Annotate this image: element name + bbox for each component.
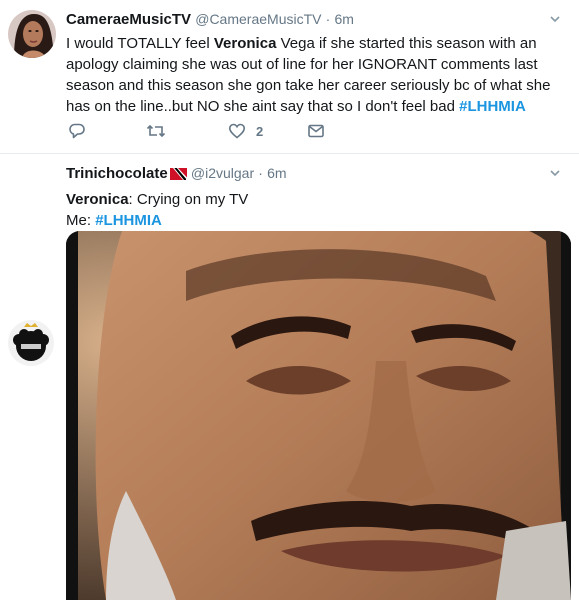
tweet-line: Me: #LHHMIA — [66, 210, 567, 231]
tweet-header: CameraeMusicTV @CameraeMusicTV · 6m — [66, 9, 567, 30]
user-handle[interactable]: @i2vulgar — [191, 165, 254, 181]
heart-icon — [228, 122, 246, 140]
display-name[interactable]: CameraeMusicTV — [66, 11, 191, 28]
retweet-icon — [146, 122, 166, 140]
tweet-text-part: Me: — [66, 212, 96, 229]
chevron-down-icon[interactable] — [549, 11, 561, 31]
mention-veronica: Veronica — [66, 191, 129, 208]
timestamp[interactable]: 6m — [267, 165, 286, 181]
avatar[interactable] — [8, 10, 56, 58]
tweet-line: Veronica: Crying on my TV — [66, 189, 567, 210]
retweet-button[interactable] — [146, 121, 166, 141]
tweet-content: Trinichocolate @i2vulgar · 6m Veronica: … — [66, 163, 567, 231]
avatar[interactable] — [8, 320, 54, 366]
timestamp[interactable]: 6m — [335, 11, 354, 27]
hashtag-link[interactable]: #LHHMIA — [459, 98, 526, 115]
tweet-text-part: I would TOTALLY feel — [66, 35, 214, 52]
separator-dot: · — [258, 165, 263, 181]
reply-icon — [68, 122, 86, 140]
tweet-media-image[interactable] — [66, 231, 571, 600]
tweet-header: Trinichocolate @i2vulgar · 6m — [66, 163, 567, 186]
separator-dot: · — [325, 11, 331, 27]
tweet-text-part: : Crying on my TV — [128, 191, 249, 208]
like-button[interactable]: 2 — [228, 121, 263, 141]
tweet-content: CameraeMusicTV @CameraeMusicTV · 6m I wo… — [66, 9, 567, 117]
display-name[interactable]: Trinichocolate — [66, 165, 168, 182]
like-count: 2 — [256, 123, 264, 139]
tweet[interactable]: CameraeMusicTV @CameraeMusicTV · 6m I wo… — [0, 0, 579, 154]
chevron-down-icon[interactable] — [549, 165, 561, 185]
trinidad-flag-icon — [169, 166, 187, 186]
hashtag-link[interactable]: #LHHMIA — [95, 212, 162, 229]
envelope-icon — [307, 122, 325, 140]
crying-man-photo — [66, 231, 571, 600]
tweet-text: Veronica: Crying on my TV Me: #LHHMIA — [66, 189, 567, 231]
user-handle[interactable]: @CameraeMusicTV — [195, 11, 321, 27]
direct-message-button[interactable] — [307, 121, 325, 141]
tweet-text: I would TOTALLY feel Veronica Vega if sh… — [66, 33, 567, 117]
reply-button[interactable] — [68, 121, 86, 141]
mention-veronica: Veronica — [213, 35, 277, 52]
